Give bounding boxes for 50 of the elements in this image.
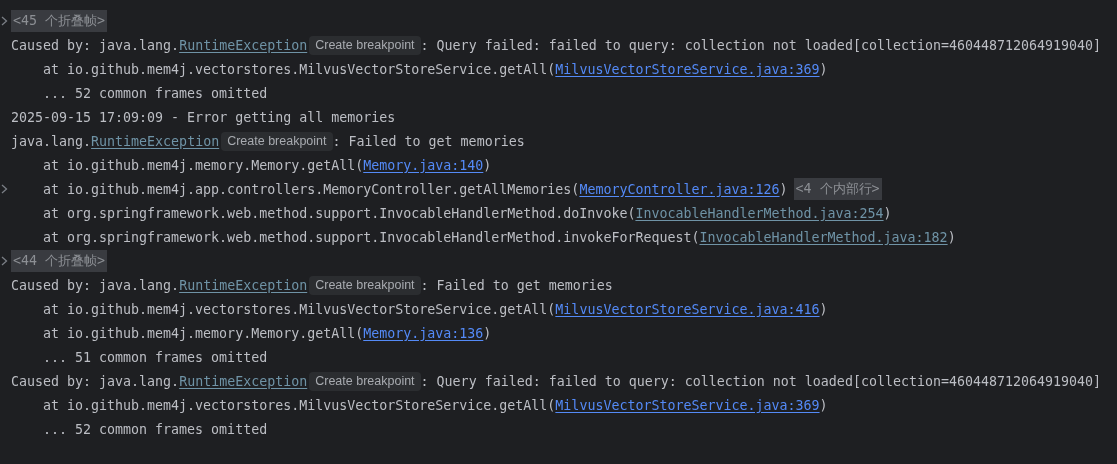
- console-text: at io.github.mem4j.vectorstores.MilvusVectorStoreService.getAll(: [43, 61, 556, 77]
- console-text: ... 51 common frames omitted: [43, 349, 268, 365]
- console-text: ): [947, 229, 956, 245]
- console-text: java.lang.: [11, 133, 92, 149]
- console-text: ): [483, 157, 492, 173]
- console-text: at io.github.mem4j.app.controllers.MemoryController.getAllMemories(: [43, 181, 580, 197]
- console-text: ): [819, 301, 828, 317]
- console-text: Caused by: java.lang.: [11, 373, 180, 389]
- console-text: ): [819, 61, 828, 77]
- source-file-link[interactable]: MilvusVectorStoreService.java:369: [555, 61, 820, 77]
- source-file-link[interactable]: InvocableHandlerMethod.java:254: [635, 205, 884, 221]
- console-text: ... 52 common frames omitted: [43, 421, 268, 437]
- source-file-link[interactable]: Memory.java:140: [363, 157, 484, 173]
- source-file-link[interactable]: InvocableHandlerMethod.java:182: [699, 229, 948, 245]
- source-file-link[interactable]: MilvusVectorStoreService.java:416: [555, 301, 820, 317]
- console-text: at io.github.mem4j.vectorstores.MilvusVectorStoreService.getAll(: [43, 301, 556, 317]
- console-text: Caused by: java.lang.: [11, 37, 180, 53]
- exception-class-link[interactable]: RuntimeException: [179, 277, 308, 293]
- console-text: ): [819, 397, 828, 413]
- console-text: : Failed to get memories: [420, 277, 613, 293]
- exception-class-link[interactable]: RuntimeException: [179, 373, 308, 389]
- expand-chevron-icon[interactable]: [1, 16, 8, 26]
- console-text: at org.springframework.web.method.support.InvocableHandlerMethod.doInvoke(: [43, 205, 636, 221]
- console-text: : Query failed: failed to query: collection not loaded[collection=460448712064919040]: [420, 373, 1102, 389]
- exception-class-link[interactable]: RuntimeException: [91, 133, 220, 149]
- source-file-link[interactable]: MemoryController.java:126: [579, 181, 780, 197]
- console-text: : Failed to get memories: [332, 133, 525, 149]
- create-breakpoint-hint[interactable]: Create breakpoint: [309, 275, 421, 295]
- create-breakpoint-hint[interactable]: Create breakpoint: [309, 35, 421, 55]
- create-breakpoint-hint[interactable]: Create breakpoint: [221, 131, 333, 151]
- expand-chevron-icon[interactable]: [1, 256, 8, 266]
- source-file-link[interactable]: Memory.java:136: [363, 325, 484, 341]
- create-breakpoint-hint[interactable]: Create breakpoint: [309, 371, 421, 391]
- folded-lines-toggle[interactable]: <45 个折叠帧>: [11, 10, 108, 32]
- console-text: 2025-09-15 17:09:09 - Error getting all memories: [11, 109, 396, 125]
- expand-chevron-icon[interactable]: [1, 184, 8, 194]
- console-text: Caused by: java.lang.: [11, 277, 180, 293]
- console-text: ): [483, 325, 492, 341]
- folded-lines-toggle[interactable]: <4 个内部行>: [793, 178, 882, 200]
- exception-class-link[interactable]: RuntimeException: [179, 37, 308, 53]
- source-file-link[interactable]: MilvusVectorStoreService.java:369: [555, 397, 820, 413]
- folded-lines-toggle[interactable]: <44 个折叠帧>: [11, 250, 108, 272]
- console-text: ... 52 common frames omitted: [43, 85, 268, 101]
- console-text: ): [883, 205, 892, 221]
- console-text: : Query failed: failed to query: collection not loaded[collection=460448712064919040]: [420, 37, 1102, 53]
- console-text: at io.github.mem4j.vectorstores.MilvusVectorStoreService.getAll(: [43, 397, 556, 413]
- console-text: at io.github.mem4j.memory.Memory.getAll(: [43, 325, 364, 341]
- console-text: ): [779, 181, 788, 197]
- console-text: at org.springframework.web.method.support.InvocableHandlerMethod.invokeForRequest(: [43, 229, 700, 245]
- console-text: at io.github.mem4j.memory.Memory.getAll(: [43, 157, 364, 173]
